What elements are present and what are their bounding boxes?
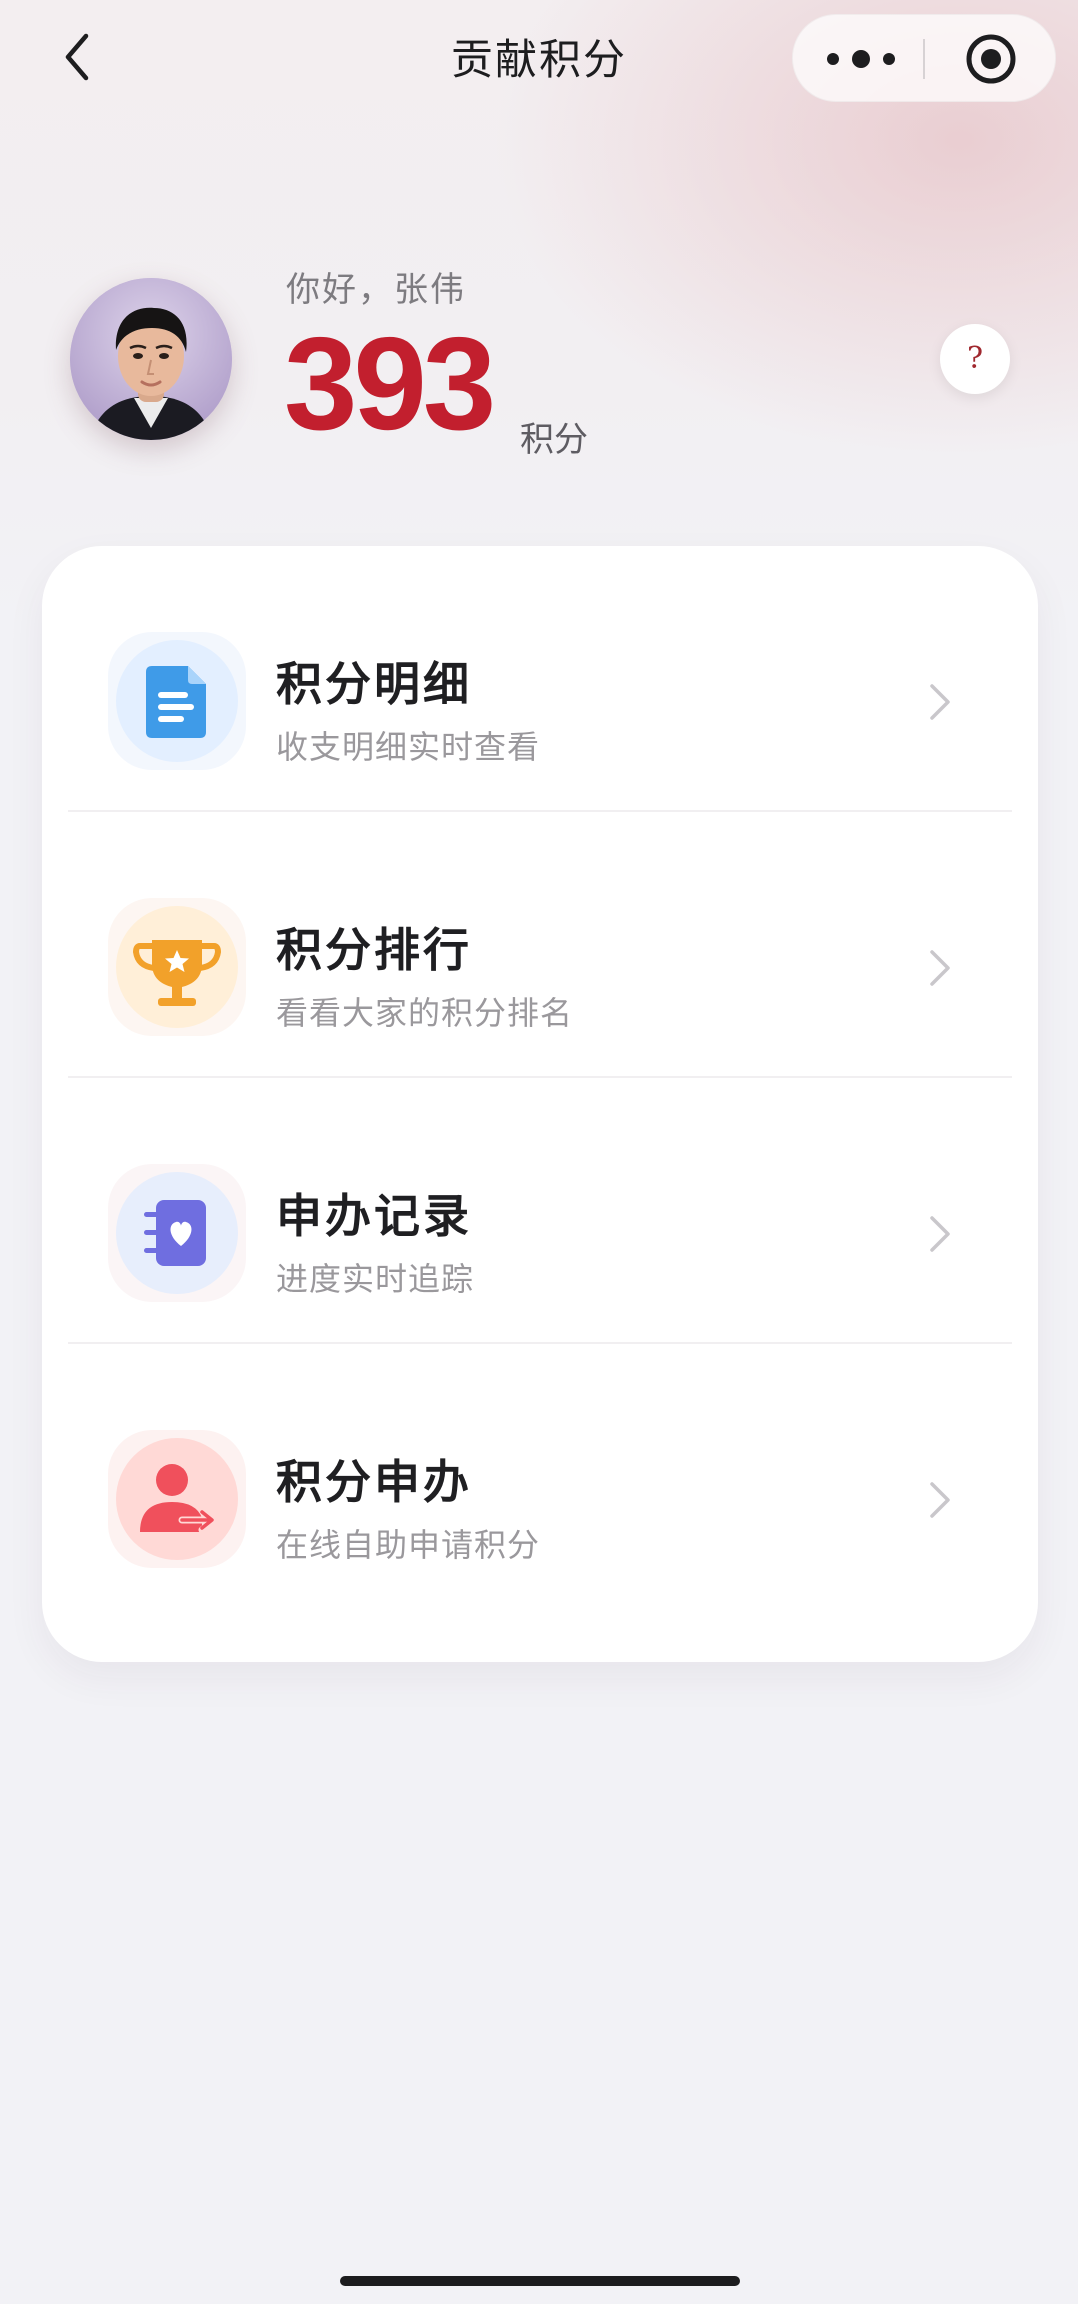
target-circle-icon — [966, 34, 1016, 84]
menu-item-title: 积分排行 — [276, 923, 472, 977]
points-value: 393 — [284, 310, 496, 457]
home-indicator[interactable] — [340, 2276, 740, 2286]
menu-item-points-application[interactable]: 积分申办 在线自助申请积分 — [42, 1344, 1038, 1610]
document-icon — [108, 632, 246, 770]
greeting-text: 你好，张伟 — [286, 270, 466, 310]
user-photo — [70, 278, 232, 440]
help-button[interactable]: ? — [940, 324, 1010, 394]
chevron-right-icon — [930, 1482, 950, 1518]
menu-item-subtitle: 收支明细实时查看 — [276, 728, 541, 766]
chevron-right-icon — [930, 950, 950, 986]
chevron-right-icon — [930, 684, 950, 720]
points-unit: 积分 — [520, 420, 588, 460]
menu-item-subtitle: 进度实时追踪 — [276, 1260, 475, 1298]
mini-program-capsule — [792, 14, 1056, 102]
menu-item-application-records[interactable]: 申办记录 进度实时追踪 — [42, 1078, 1038, 1344]
close-button[interactable] — [963, 31, 1019, 87]
menu-item-subtitle: 在线自助申请积分 — [276, 1526, 541, 1564]
menu-item-title: 积分明细 — [276, 657, 472, 711]
menu-card: 积分明细 收支明细实时查看 积分排行 看看大家的积分排名 申办记录 进度实时追踪… — [42, 546, 1038, 1662]
avatar — [70, 278, 232, 440]
menu-item-title: 申办记录 — [276, 1189, 472, 1243]
capsule-divider — [923, 39, 925, 79]
more-dots-icon — [827, 50, 895, 68]
user-transfer-icon — [108, 1430, 246, 1568]
chevron-right-icon — [930, 1216, 950, 1252]
more-button[interactable] — [823, 35, 899, 83]
trophy-icon — [108, 898, 246, 1036]
menu-item-subtitle: 看看大家的积分排名 — [276, 994, 574, 1032]
menu-item-points-ranking[interactable]: 积分排行 看看大家的积分排名 — [42, 812, 1038, 1078]
notebook-heart-icon — [108, 1164, 246, 1302]
nav-bar: 贡献积分 — [0, 0, 1078, 116]
menu-item-title: 积分申办 — [276, 1455, 472, 1509]
menu-item-points-detail[interactable]: 积分明细 收支明细实时查看 — [42, 546, 1038, 812]
